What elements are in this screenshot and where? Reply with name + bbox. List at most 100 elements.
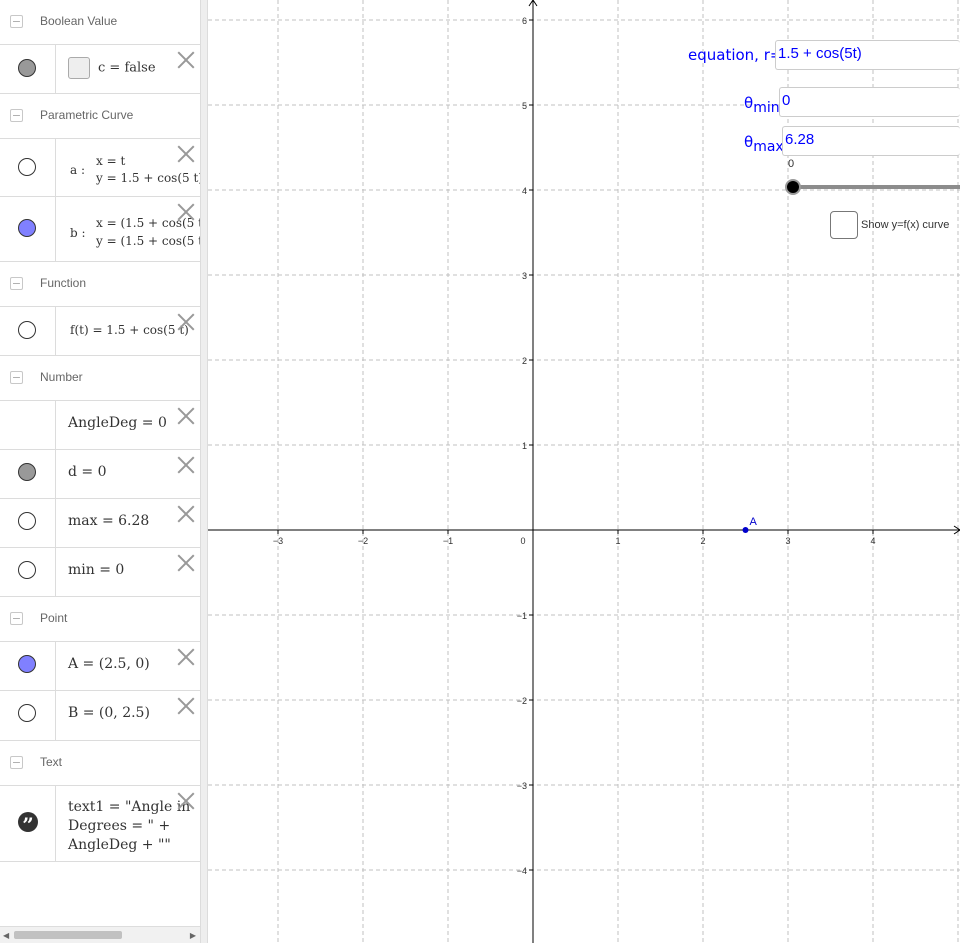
delete-icon[interactable]: [177, 456, 195, 474]
curve-line2: y = (1.5 + cos(5 t): [96, 234, 200, 248]
theta-min-input[interactable]: 0: [779, 87, 960, 117]
delete-icon[interactable]: [177, 51, 195, 69]
theta-max-input[interactable]: 6.28: [782, 126, 960, 156]
collapse-icon[interactable]: −: [10, 756, 23, 769]
point-A[interactable]: [742, 527, 749, 533]
x-tick-label: 4: [870, 536, 875, 546]
algebra-row-d[interactable]: d = 0: [0, 450, 200, 499]
group-title: Text: [40, 755, 63, 769]
algebra-row-text1[interactable]: ” text1 = "Angle in Degrees = " + AngleD…: [0, 786, 200, 862]
slider-track[interactable]: [794, 185, 960, 189]
theta-min-label: θmin: [744, 94, 780, 116]
collapse-icon[interactable]: −: [10, 15, 23, 28]
item-text: d = 0: [68, 464, 107, 480]
item-text: min = 0: [68, 562, 125, 578]
group-title: Function: [40, 276, 87, 290]
y-tick-label: 6: [522, 16, 527, 26]
algebra-row-max[interactable]: max = 6.28: [0, 499, 200, 548]
y-tick-label: 2: [522, 356, 527, 366]
group-title: Number: [40, 370, 83, 384]
delete-icon[interactable]: [177, 407, 195, 425]
text-line2: Degrees = " +: [68, 818, 171, 834]
delete-icon[interactable]: [177, 697, 195, 715]
x-tick-label: −3: [273, 536, 283, 546]
item-text: AngleDeg = 0: [68, 415, 167, 431]
x-tick-label: 1: [615, 536, 620, 546]
show-curve-label: Show y=f(x) curve: [861, 219, 950, 231]
algebra-row-c[interactable]: c = false: [0, 45, 200, 94]
delete-icon[interactable]: [177, 554, 195, 572]
scroll-right-icon[interactable]: ▶: [190, 931, 196, 940]
x-tick-label: 3: [785, 536, 790, 546]
y-tick-label: −1: [517, 611, 527, 621]
theta-max-label: θmax: [744, 133, 784, 155]
item-text: max = 6.28: [68, 513, 150, 529]
scroll-left-icon[interactable]: ◀: [3, 931, 9, 940]
group-header-text[interactable]: − Text: [0, 741, 200, 786]
group-header-parametric[interactable]: − Parametric Curve: [0, 94, 200, 139]
algebra-row-a[interactable]: a : x = t y = 1.5 + cos(5 t): [0, 139, 200, 197]
item-text: f(t) = 1.5 + cos(5 t): [70, 323, 189, 337]
horizontal-scrollbar[interactable]: ◀ ▶: [0, 926, 200, 943]
item-text: c = false: [98, 60, 156, 76]
visibility-toggle-icon[interactable]: [18, 512, 36, 530]
curve-line2: y = 1.5 + cos(5 t): [96, 171, 200, 185]
show-curve-checkbox[interactable]: [830, 211, 858, 239]
delete-icon[interactable]: [177, 792, 195, 810]
group-title: Boolean Value: [40, 14, 118, 28]
equation-label: equation, r=: [688, 46, 783, 64]
visibility-toggle-icon[interactable]: [18, 158, 36, 176]
y-tick-label: −2: [517, 696, 527, 706]
group-title: Parametric Curve: [40, 108, 134, 122]
x-tick-label: −2: [358, 536, 368, 546]
boolean-checkbox[interactable]: [68, 57, 90, 79]
group-header-point[interactable]: − Point: [0, 597, 200, 642]
algebra-row-A[interactable]: A = (2.5, 0): [0, 642, 200, 691]
collapse-icon[interactable]: −: [10, 371, 23, 384]
curve-name: a :: [70, 163, 86, 177]
group-header-boolean[interactable]: − Boolean Value: [0, 0, 200, 45]
x-tick-label: −1: [443, 536, 453, 546]
algebra-row-f[interactable]: f(t) = 1.5 + cos(5 t): [0, 307, 200, 356]
view-divider[interactable]: [200, 0, 208, 943]
visibility-toggle-icon[interactable]: [18, 655, 36, 673]
visibility-toggle-icon[interactable]: [18, 704, 36, 722]
visibility-toggle-icon[interactable]: [18, 219, 36, 237]
algebra-view: − Boolean Value c = false − Parametric C…: [0, 0, 200, 943]
delete-icon[interactable]: [177, 313, 195, 331]
item-text: B = (0, 2.5): [68, 705, 150, 721]
algebra-row-min[interactable]: min = 0: [0, 548, 200, 597]
delete-icon[interactable]: [177, 648, 195, 666]
group-title: Point: [40, 611, 68, 625]
algebra-row-b[interactable]: b : x = (1.5 + cos(5 t) y = (1.5 + cos(5…: [0, 197, 200, 262]
graphics-view[interactable]: −3 −2 −1 0 1 2 3 4 1 2 3 4 5 6 −1 −2 −3 −4 A equation, r= …: [208, 0, 960, 943]
y-tick-label: 3: [522, 271, 527, 281]
visibility-toggle-icon[interactable]: [18, 59, 36, 77]
y-tick-label: −4: [517, 866, 527, 876]
collapse-icon[interactable]: −: [10, 612, 23, 625]
curve-line1: x = t: [96, 154, 126, 168]
x-tick-label: 0: [520, 536, 525, 546]
slider-handle[interactable]: [785, 179, 801, 195]
group-header-number[interactable]: − Number: [0, 356, 200, 401]
y-tick-label: 4: [522, 186, 527, 196]
algebra-row-B[interactable]: B = (0, 2.5): [0, 691, 200, 741]
item-text: A = (2.5, 0): [68, 656, 150, 672]
y-tick-label: −3: [517, 781, 527, 791]
quote-icon[interactable]: ”: [18, 812, 38, 837]
y-tick-label: 1: [522, 441, 527, 451]
collapse-icon[interactable]: −: [10, 277, 23, 290]
delete-icon[interactable]: [177, 145, 195, 163]
text-line1: text1 = "Angle in: [68, 799, 191, 815]
delete-icon[interactable]: [177, 505, 195, 523]
group-header-function[interactable]: − Function: [0, 262, 200, 307]
visibility-toggle-icon[interactable]: [18, 561, 36, 579]
equation-input[interactable]: 1.5 + cos(5t): [775, 40, 960, 70]
visibility-toggle-icon[interactable]: [18, 463, 36, 481]
scrollbar-thumb[interactable]: [14, 931, 122, 939]
visibility-toggle-icon[interactable]: [18, 321, 36, 339]
delete-icon[interactable]: [177, 203, 195, 221]
slider-value-label: 0: [788, 158, 795, 170]
algebra-row-angledeg[interactable]: AngleDeg = 0: [0, 401, 200, 450]
collapse-icon[interactable]: −: [10, 109, 23, 122]
